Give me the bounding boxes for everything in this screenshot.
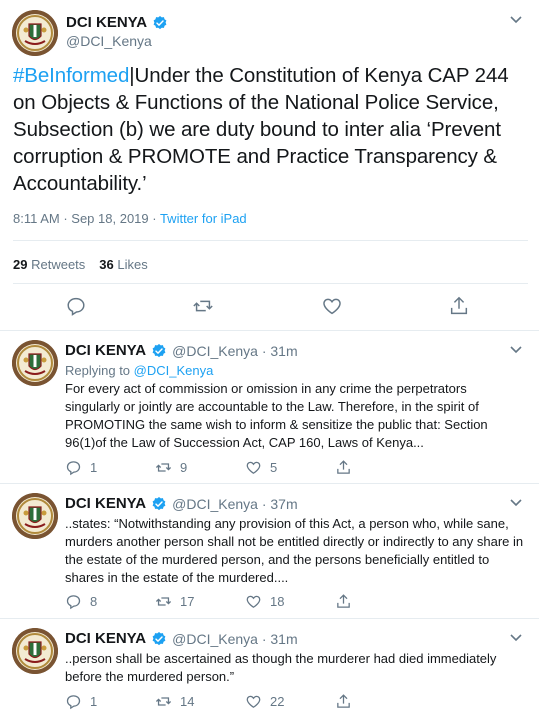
retweet-button[interactable]: 14 (155, 693, 194, 710)
chevron-down-icon[interactable] (509, 15, 523, 25)
like-icon (246, 695, 261, 708)
retweet-icon (155, 597, 172, 606)
reply-tweet[interactable]: DCI KENYA @DCI_Kenya · 31m ..person shal… (0, 619, 539, 719)
author-name[interactable]: DCI KENYA (65, 342, 146, 359)
like-count: 5 (270, 460, 278, 475)
tweet-text: #BeInformed|Under the Constitution of Ke… (13, 62, 528, 197)
share-icon (337, 594, 350, 608)
retweet-button[interactable]: 9 (155, 459, 187, 476)
reply-icon (66, 695, 81, 710)
avatar[interactable] (12, 628, 58, 674)
retweets-stat[interactable]: 29 Retweets (13, 257, 85, 272)
like-button[interactable]: 18 (245, 593, 284, 610)
retweet-icon (155, 697, 172, 706)
retweet-button[interactable]: 17 (155, 593, 194, 610)
reply-icon[interactable] (65, 295, 87, 317)
author-name[interactable]: DCI KENYA (65, 495, 146, 512)
reply-tweet[interactable]: DCI KENYA @DCI_Kenya · 37m ..states: “No… (0, 484, 539, 618)
like-icon (246, 595, 261, 608)
avatar[interactable] (12, 10, 58, 56)
like-count: 18 (270, 594, 285, 609)
likes-stat[interactable]: 36 Likes (99, 257, 147, 272)
action-bar: 1 9 5 (65, 459, 385, 479)
tweet-source[interactable]: Twitter for iPad (160, 211, 247, 226)
verified-badge-icon (152, 343, 166, 357)
like-button[interactable]: 5 (245, 459, 277, 476)
crest-logo (12, 340, 58, 386)
action-bar: 8 17 18 (65, 593, 385, 613)
reply-button[interactable]: 8 (65, 593, 97, 610)
reply-tweet[interactable]: DCI KENYA @DCI_Kenya · 31m Replying to @… (0, 331, 539, 483)
reply-content: ..person shall be ascertained as though … (65, 650, 525, 686)
chevron-down-icon[interactable] (509, 345, 523, 355)
chevron-down-icon[interactable] (509, 498, 523, 508)
reply-content: Replying to @DCI_Kenya For every act of … (65, 362, 525, 452)
divider (13, 240, 528, 241)
author-name[interactable]: DCI KENYA (65, 630, 146, 647)
share-button[interactable] (335, 593, 352, 610)
reply-button[interactable]: 1 (65, 459, 97, 476)
tweet-text: For every act of commission or omission … (65, 381, 488, 450)
crest-logo (12, 628, 58, 674)
chevron-down-icon[interactable] (509, 633, 523, 643)
reply-count: 1 (90, 694, 98, 709)
hashtag-link[interactable]: #BeInformed (13, 64, 129, 87)
like-icon[interactable] (321, 295, 343, 317)
avatar[interactable] (12, 340, 58, 386)
reply-icon (66, 461, 81, 476)
like-button[interactable]: 22 (245, 693, 284, 710)
reply-content: ..states: “Notwithstanding any provision… (65, 515, 525, 587)
action-bar (0, 295, 539, 323)
reply-icon (66, 595, 81, 610)
like-icon (246, 461, 261, 474)
tweet-text: ..states: “Notwithstanding any provision… (65, 516, 524, 585)
tweet-stats: 29 Retweets 36 Likes (13, 257, 148, 272)
verified-badge-icon (153, 15, 167, 29)
action-bar: 1 14 22 (65, 693, 385, 713)
share-icon[interactable] (448, 295, 470, 317)
avatar[interactable] (12, 493, 58, 539)
author-handle[interactable]: @DCI_Kenya · 37m (172, 496, 297, 512)
like-count: 22 (270, 694, 285, 709)
divider (13, 283, 528, 284)
retweet-icon (155, 463, 172, 472)
crest-logo (12, 10, 58, 56)
retweet-count: 9 (180, 460, 188, 475)
mention-link[interactable]: @DCI_Kenya (134, 363, 214, 378)
tweet-meta: 8:11 AM · Sep 18, 2019 · Twitter for iPa… (13, 211, 247, 226)
verified-badge-icon (152, 496, 166, 510)
share-icon (337, 460, 350, 474)
author-handle[interactable]: @DCI_Kenya · 31m (172, 631, 297, 647)
tweet-timestamp[interactable]: 8:11 AM · Sep 18, 2019 · (13, 211, 160, 226)
reply-button[interactable]: 1 (65, 693, 97, 710)
retweet-count: 17 (180, 594, 195, 609)
share-button[interactable] (335, 693, 352, 710)
retweet-count: 14 (180, 694, 195, 709)
reply-count: 8 (90, 594, 98, 609)
share-icon (337, 694, 350, 708)
author-handle[interactable]: @DCI_Kenya (66, 33, 152, 49)
tweet-text: ..person shall be ascertained as though … (65, 651, 497, 684)
author-handle[interactable]: @DCI_Kenya · 31m (172, 343, 297, 359)
share-button[interactable] (335, 459, 352, 476)
crest-logo (12, 493, 58, 539)
author-name[interactable]: DCI KENYA (66, 14, 147, 31)
reply-count: 1 (90, 460, 98, 475)
retweet-icon[interactable] (192, 295, 214, 317)
verified-badge-icon (152, 631, 166, 645)
replying-to: Replying to @DCI_Kenya (65, 363, 214, 378)
